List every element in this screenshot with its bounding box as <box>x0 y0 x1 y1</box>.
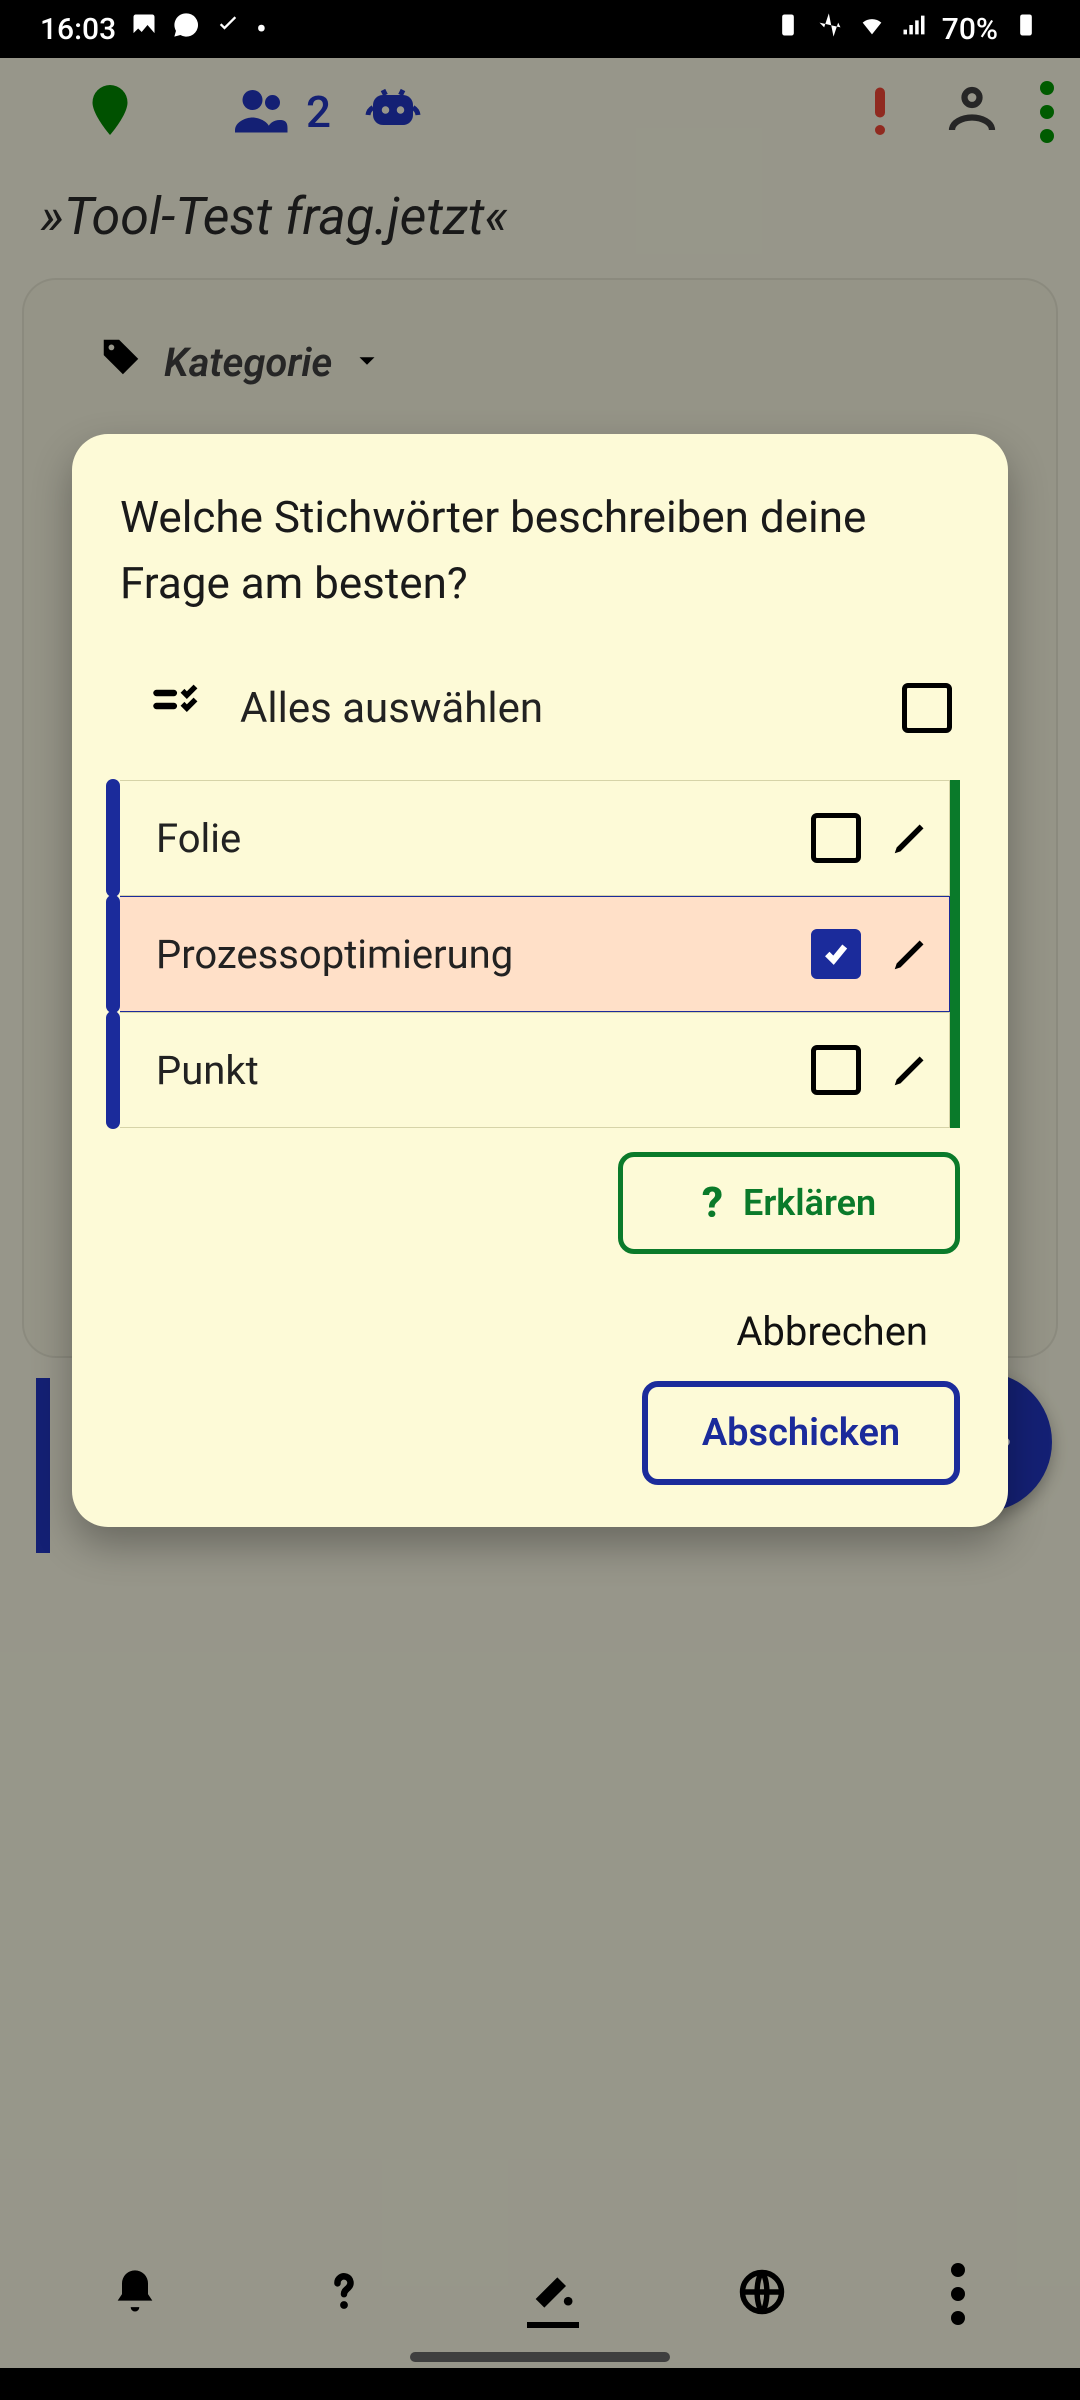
explain-button[interactable]: ? Erklären <box>618 1152 960 1254</box>
keyword-label: Punkt <box>156 1047 811 1094</box>
image-icon <box>130 11 158 47</box>
question-mark-icon: ? <box>702 1179 723 1228</box>
keyword-list: Folie Prozessoptimierung Punkt <box>120 780 960 1128</box>
modal-title: Welche Stichwörter beschreiben deine Fra… <box>120 484 960 616</box>
explain-label: Erklären <box>743 1182 876 1224</box>
keyword-checkbox[interactable] <box>811 929 861 979</box>
keyword-checkbox[interactable] <box>811 1045 861 1095</box>
submit-button[interactable]: Abschicken <box>642 1381 960 1485</box>
keyword-label: Prozessoptimierung <box>156 931 811 978</box>
battery-icon <box>1012 11 1040 47</box>
whatsapp-icon <box>172 11 200 47</box>
keyword-row[interactable]: Punkt <box>120 1012 950 1128</box>
keyword-row[interactable]: Folie <box>120 780 950 896</box>
select-all-label: Alles auswählen <box>240 684 902 733</box>
checklist-icon <box>150 680 202 736</box>
keyword-row[interactable]: Prozessoptimierung <box>120 896 950 1012</box>
android-status-bar: 16:03 • 70% <box>0 0 1080 58</box>
edit-icon[interactable] <box>889 813 935 863</box>
keyword-modal: Welche Stichwörter beschreiben deine Fra… <box>72 434 1008 1527</box>
edit-icon[interactable] <box>889 929 935 979</box>
cancel-button[interactable]: Abbrechen <box>736 1308 928 1355</box>
dot-icon: • <box>256 12 267 47</box>
signal-icon <box>900 11 928 47</box>
vibrate-icon <box>816 11 844 47</box>
wifi-icon <box>858 11 886 47</box>
clock: 16:03 <box>40 12 116 47</box>
battery-text: 70% <box>942 12 998 47</box>
check-icon <box>214 11 242 47</box>
edit-icon[interactable] <box>889 1045 935 1095</box>
battery-saver-icon <box>774 11 802 47</box>
select-all-checkbox[interactable] <box>902 683 952 733</box>
keyword-label: Folie <box>156 815 811 862</box>
keyword-checkbox[interactable] <box>811 813 861 863</box>
select-all-row[interactable]: Alles auswählen <box>120 680 960 736</box>
